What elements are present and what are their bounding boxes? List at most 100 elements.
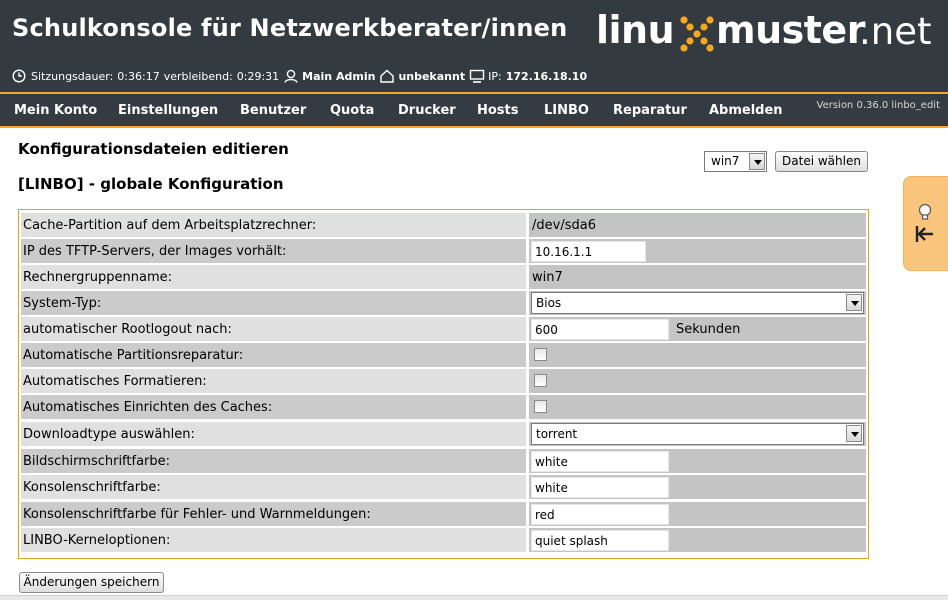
table-row: IP des TFTP-Servers, der Images vorhält:… xyxy=(21,239,866,263)
row-label: Cache-Partition auf dem Arbeitsplatzrech… xyxy=(21,213,526,237)
linuxmuster-logo: linu muster .net xyxy=(596,6,944,60)
nav-einstellungen[interactable]: Einstellungen xyxy=(118,103,218,118)
chevron-down-icon[interactable] xyxy=(749,153,765,170)
session-duration: 0:36:17 xyxy=(117,69,160,83)
table-row: Rechnergruppenname: win7 xyxy=(21,265,866,289)
row-value: white xyxy=(529,475,866,499)
nav-hosts[interactable]: Hosts xyxy=(477,103,519,118)
config-file-value: win7 xyxy=(711,154,740,168)
row-label: Konsolenschriftfarbe für Fehler- und War… xyxy=(21,502,526,526)
row-label: Automatische Partitionsreparatur: xyxy=(21,343,526,367)
config-file-select[interactable]: win7 xyxy=(704,151,767,172)
remaining-label: verbleibend: xyxy=(163,69,233,83)
row-value xyxy=(529,369,866,393)
auto-format-checkbox[interactable] xyxy=(534,374,547,387)
row-label: IP des TFTP-Servers, der Images vorhält: xyxy=(21,239,526,263)
table-row: LINBO-Kerneloptionen: quiet splash xyxy=(21,528,866,552)
config-table: Cache-Partition auf dem Arbeitsplatzrech… xyxy=(18,209,869,559)
console-error-color-input[interactable]: red xyxy=(531,504,669,525)
row-value xyxy=(529,395,866,419)
logo-part-3: .net xyxy=(859,10,932,53)
table-row: Downloadtype auswählen: torrent xyxy=(21,422,866,446)
table-row: Automatische Partitionsreparatur: xyxy=(21,343,866,367)
auto-partition-repair-checkbox[interactable] xyxy=(534,348,547,361)
nav-benutzer[interactable]: Benutzer xyxy=(240,103,306,118)
ip-address: 172.16.18.10 xyxy=(505,69,588,83)
row-label: Automatisches Einrichten des Caches: xyxy=(21,395,526,419)
session-label: Sitzungsdauer: xyxy=(31,69,114,83)
tftp-server-input[interactable]: 10.16.1.1 xyxy=(531,241,646,262)
row-label: Bildschirmschriftfarbe: xyxy=(21,449,526,473)
row-label: Rechnergruppenname: xyxy=(21,265,526,289)
nav-quota[interactable]: Quota xyxy=(330,103,374,118)
version-label: Version 0.36.0 linbo_edit xyxy=(816,100,941,111)
row-label: Automatisches Formatieren: xyxy=(21,369,526,393)
row-value: quiet splash xyxy=(529,528,866,552)
row-label: Downloadtype auswählen: xyxy=(21,422,526,446)
room-name: unbekannt xyxy=(398,69,466,83)
row-value: Bios xyxy=(529,291,866,315)
section-title: [LINBO] - globale Konfiguration xyxy=(18,175,284,193)
row-value: torrent xyxy=(529,422,866,446)
nav-abmelden[interactable]: Abmelden xyxy=(709,103,783,118)
horizontal-scrollbar[interactable] xyxy=(0,595,948,600)
screen-font-color-input[interactable]: white xyxy=(531,451,669,472)
logo-part-2: muster xyxy=(716,8,865,52)
clock-icon xyxy=(12,69,26,83)
main-nav: Mein Konto Einstellungen Benutzer Quota … xyxy=(0,92,948,128)
remaining-time: 0:29:31 xyxy=(236,69,280,83)
cache-partition-value: /dev/sda6 xyxy=(532,218,596,233)
chevron-down-icon[interactable] xyxy=(846,425,862,442)
choose-file-button[interactable]: Datei wählen xyxy=(775,151,868,172)
row-value: 600 Sekunden xyxy=(529,317,866,341)
row-label: LINBO-Kerneloptionen: xyxy=(21,528,526,552)
console-font-color-input[interactable]: white xyxy=(531,477,669,498)
table-row: Cache-Partition auf dem Arbeitsplatzrech… xyxy=(21,213,866,237)
row-value: white xyxy=(529,449,866,473)
nav-drucker[interactable]: Drucker xyxy=(398,103,456,118)
row-label: automatischer Rootlogout nach: xyxy=(21,317,526,341)
nav-mein-konto[interactable]: Mein Konto xyxy=(14,103,97,118)
system-type-value: Bios xyxy=(536,296,562,310)
table-row: Automatisches Einrichten des Caches: xyxy=(21,395,866,419)
kernel-options-input[interactable]: quiet splash xyxy=(531,530,669,551)
table-row: automatischer Rootlogout nach: 600 Sekun… xyxy=(21,317,866,341)
row-value: 10.16.1.1 xyxy=(529,239,866,263)
download-type-select[interactable]: torrent xyxy=(531,423,864,445)
logo-dots-x-icon xyxy=(680,16,714,52)
table-row: Konsolenschriftfarbe für Fehler- und War… xyxy=(21,502,866,526)
logo-part-1: linu xyxy=(596,8,675,52)
app-title: Schulkonsole für Netzwerkberater/innen xyxy=(12,14,568,42)
table-row: System-Typ: Bios xyxy=(21,291,866,315)
row-value: red xyxy=(529,502,866,526)
side-panel-tab[interactable] xyxy=(903,176,948,271)
row-value: /dev/sda6 xyxy=(529,213,866,237)
row-label: System-Typ: xyxy=(21,291,526,315)
seconds-unit: Sekunden xyxy=(676,322,741,337)
table-row: Bildschirmschriftfarbe: white xyxy=(21,449,866,473)
header: Schulkonsole für Netzwerkberater/innen l… xyxy=(0,0,948,92)
system-type-select[interactable]: Bios xyxy=(531,292,864,314)
save-changes-button[interactable]: Änderungen speichern xyxy=(19,572,164,593)
row-value xyxy=(529,343,866,367)
auto-cache-setup-checkbox[interactable] xyxy=(534,400,547,413)
download-type-value: torrent xyxy=(536,427,578,441)
user-name: Main Admin xyxy=(302,69,376,83)
nav-reparatur[interactable]: Reparatur xyxy=(613,103,687,118)
computer-icon xyxy=(469,69,485,83)
ip-label: IP: xyxy=(488,69,502,83)
table-row: Automatisches Formatieren: xyxy=(21,369,866,393)
root-logout-input[interactable]: 600 xyxy=(531,319,669,340)
user-icon xyxy=(284,69,298,83)
table-row: Konsolenschriftfarbe: white xyxy=(21,475,866,499)
session-info: Sitzungsdauer: 0:36:17 verbleibend: 0:29… xyxy=(12,68,587,84)
row-value: win7 xyxy=(529,265,866,289)
collapse-left-icon[interactable] xyxy=(915,225,935,243)
nav-linbo[interactable]: LINBO xyxy=(544,103,589,118)
row-label: Konsolenschriftfarbe: xyxy=(21,475,526,499)
page-title: Konfigurationsdateien editieren xyxy=(18,140,289,158)
group-name-value: win7 xyxy=(532,270,563,285)
chevron-down-icon[interactable] xyxy=(846,294,862,311)
room-icon xyxy=(380,69,395,83)
lightbulb-icon xyxy=(918,203,932,220)
